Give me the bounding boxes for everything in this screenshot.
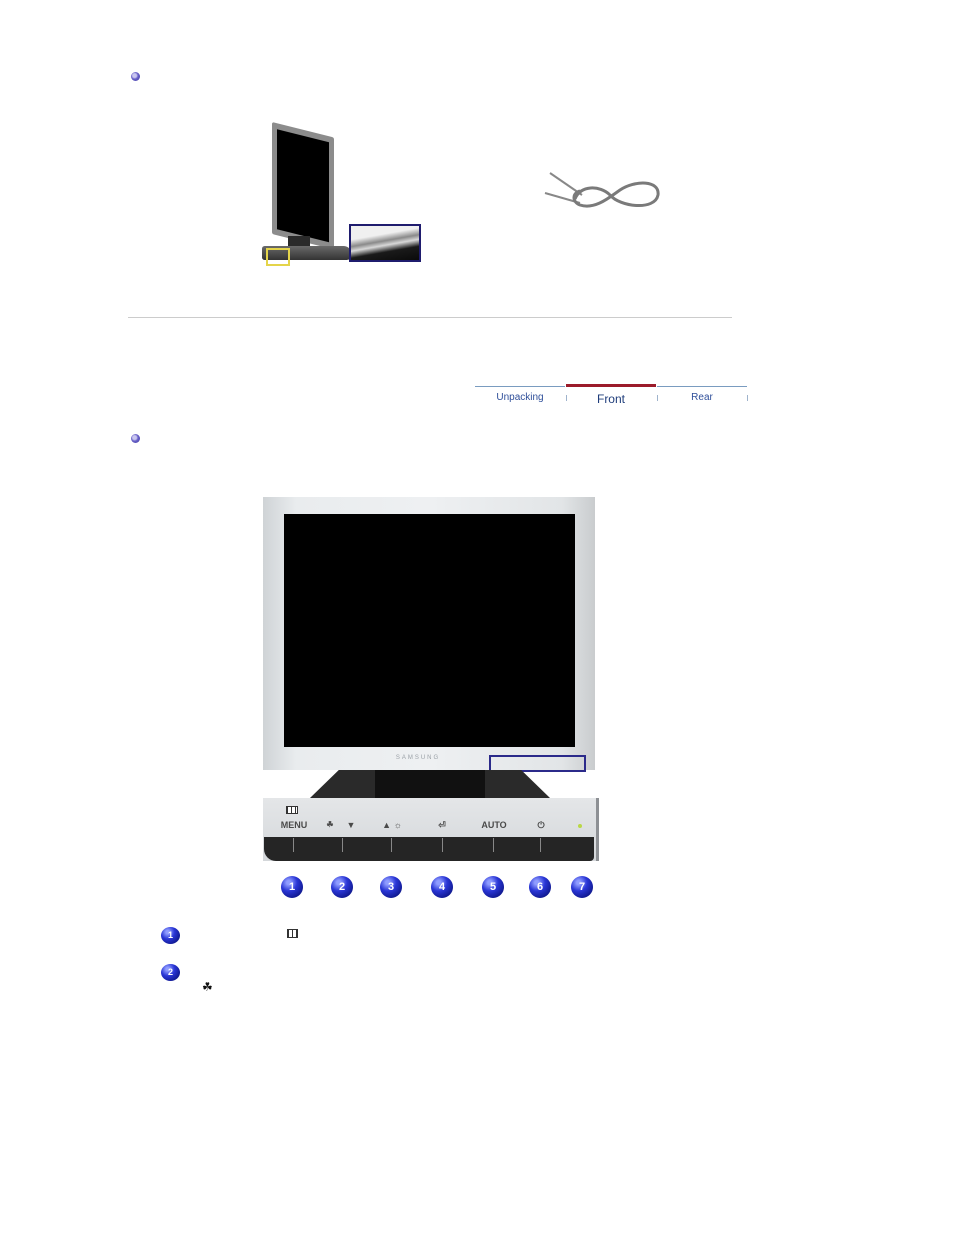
monitor-side-view-image [262,118,422,268]
callout-number-5: 5 [482,876,504,898]
menu-icon [287,929,298,938]
view-tabs: Unpacking Front Rear [475,384,749,409]
magic-bright-icon: ☘ [326,820,334,829]
button-closeup-inset [349,224,421,262]
power-indicator-led [578,824,582,828]
monitor-front-screen [284,514,575,747]
button-divider [442,838,443,852]
monitor-stand-center [375,770,485,798]
control-label-down: ▼ [346,820,356,830]
monitor-screen [272,122,334,250]
callout-number-6: 6 [529,876,551,898]
control-label-auto: AUTO [481,820,507,830]
button-divider [493,838,494,852]
button-divider [391,838,392,852]
tab-rear[interactable]: Rear [657,386,747,409]
control-label-menu: MENU [280,820,308,830]
tab-separator [747,395,748,401]
button-divider [342,838,343,852]
section-bullet-icon [131,72,140,81]
callout-number-4: 4 [431,876,453,898]
control-area-highlight [489,755,586,772]
tab-front[interactable]: Front [566,384,656,409]
audio-cable-image [544,172,660,208]
control-label-up-brightness: ▲ ☼ [382,820,402,830]
brand-logo: SAMSUNG [395,755,441,761]
section-bullet-icon [131,434,140,443]
enter-icon: ⏎ [438,820,446,830]
callout-number-7: 7 [571,876,593,898]
section-divider [128,317,732,318]
callout-number-3: 3 [380,876,402,898]
magic-bright-icon: ☘ [202,980,213,994]
description-number-2: 2 [161,964,180,981]
tab-unpacking[interactable]: Unpacking [475,386,565,409]
callout-number-1: 1 [281,876,303,898]
callout-number-2: 2 [331,876,353,898]
button-divider [293,838,294,852]
button-location-highlight [266,248,290,266]
control-panel-buttons-strip [264,837,594,861]
description-number-1: 1 [161,927,180,944]
menu-icon [286,806,298,814]
button-divider [540,838,541,852]
power-icon: ⏻ [537,820,545,830]
